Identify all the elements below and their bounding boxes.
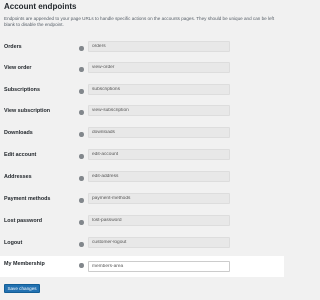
- endpoint-row-logout: Logout: [0, 235, 284, 256]
- orders-endpoint-input[interactable]: [88, 41, 230, 52]
- edit-account-endpoint-input[interactable]: [88, 149, 230, 160]
- logout-endpoint-input[interactable]: [88, 237, 230, 248]
- help-tip-icon[interactable]: [79, 263, 84, 268]
- help-tip-icon[interactable]: [79, 176, 84, 181]
- section-description: Endpoints are appended to your page URLs…: [4, 16, 275, 27]
- endpoint-label: Logout: [4, 240, 23, 246]
- endpoint-label: Lost password: [4, 218, 43, 224]
- help-tip-icon[interactable]: [79, 242, 84, 247]
- endpoint-row-view-subscription: View subscription: [0, 103, 284, 124]
- help-tip-icon[interactable]: [79, 132, 84, 137]
- downloads-endpoint-input[interactable]: [88, 127, 230, 138]
- endpoint-row-downloads: Downloads: [0, 125, 284, 146]
- help-tip-icon[interactable]: [79, 154, 84, 159]
- endpoint-row-my-membership: My Membership: [0, 256, 284, 277]
- help-tip-icon[interactable]: [79, 67, 84, 72]
- endpoint-row-payment-methods: Payment methods: [0, 191, 284, 212]
- endpoint-row-lost-password: Lost password: [0, 213, 284, 234]
- endpoint-label: View subscription: [4, 108, 51, 114]
- payment-methods-endpoint-input[interactable]: [88, 193, 230, 204]
- endpoint-row-view-order: View order: [0, 60, 284, 81]
- help-tip-icon[interactable]: [79, 220, 84, 225]
- help-tip-icon[interactable]: [79, 46, 84, 51]
- endpoint-label: Payment methods: [4, 196, 51, 202]
- endpoint-label: Downloads: [4, 130, 33, 136]
- endpoint-label: View order: [4, 65, 32, 71]
- help-tip-icon[interactable]: [79, 198, 84, 203]
- endpoint-label: Edit account: [4, 152, 37, 158]
- lost-password-endpoint-input[interactable]: [88, 215, 230, 226]
- subscriptions-endpoint-input[interactable]: [88, 84, 230, 95]
- save-changes-button[interactable]: Save changes: [4, 284, 40, 293]
- endpoint-row-edit-account: Edit account: [0, 147, 284, 168]
- my-membership-endpoint-input[interactable]: [88, 261, 230, 272]
- help-tip-icon[interactable]: [79, 110, 84, 115]
- endpoint-label: Orders: [4, 44, 22, 50]
- addresses-endpoint-input[interactable]: [88, 171, 230, 182]
- help-tip-icon[interactable]: [79, 89, 84, 94]
- endpoint-label: My Membership: [4, 261, 45, 267]
- endpoint-row-addresses: Addresses: [0, 169, 284, 190]
- view-subscription-endpoint-input[interactable]: [88, 105, 230, 116]
- endpoint-row-orders: Orders: [0, 39, 284, 60]
- endpoint-row-subscriptions: Subscriptions: [0, 82, 284, 103]
- endpoint-label: Subscriptions: [4, 87, 40, 93]
- section-title: Account endpoints: [4, 2, 77, 11]
- endpoint-label: Addresses: [4, 174, 32, 180]
- view-order-endpoint-input[interactable]: [88, 62, 230, 73]
